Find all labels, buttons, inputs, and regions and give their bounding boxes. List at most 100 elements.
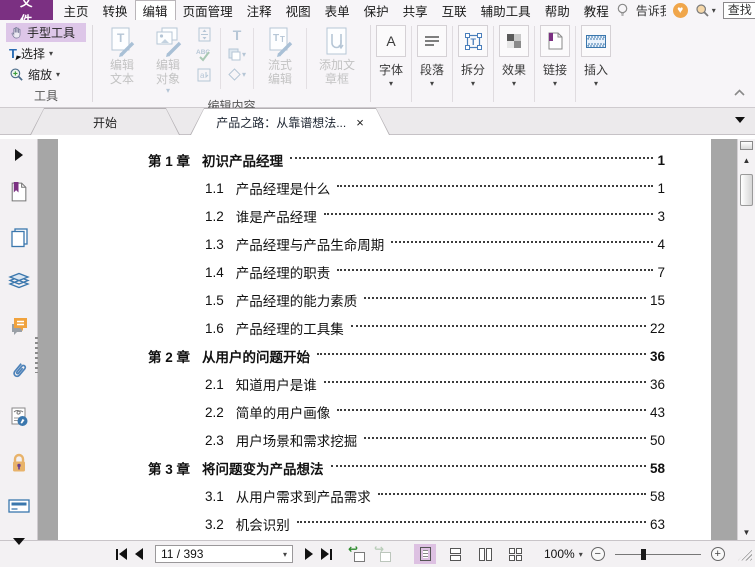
split-dropdown-button[interactable]: T 拆分 ▾ [453, 20, 493, 107]
form-fields-panel-icon[interactable] [7, 498, 31, 514]
scroll-up-icon[interactable]: ▲ [743, 157, 751, 165]
zoom-in-button[interactable]: + [710, 547, 725, 561]
menu-item[interactable]: 表单 [318, 0, 357, 20]
toc-entry-number: 1.1 [205, 180, 224, 196]
paragraph-dropdown-button[interactable]: 段落 ▾ [412, 20, 452, 107]
close-icon[interactable]: × [356, 116, 364, 129]
add-article-box-label: 添加文章框 [318, 58, 355, 86]
security-panel-icon[interactable] [7, 452, 31, 474]
effects-icon [499, 25, 529, 57]
toc-list: 第 1 章初识产品经理 1 1.1 产品经理是什么 1 1.2 谁是产品经理 3 1.3 产品经理… [58, 139, 711, 538]
quick-find-dropdown[interactable]: ▾ [695, 3, 716, 18]
chevron-down-icon: ▾ [282, 549, 287, 559]
toc-entry[interactable]: 1.6 产品经理的工具集 22 [58, 314, 711, 342]
page-number-input[interactable]: 11 / 393 ▾ [155, 545, 293, 563]
effects-dropdown-button[interactable]: 效果 ▾ [494, 20, 534, 107]
last-page-button[interactable] [321, 548, 332, 560]
ribbon-collapse-button[interactable] [734, 85, 745, 99]
single-page-view-button[interactable] [414, 544, 436, 564]
previous-view-button[interactable]: ↩ [348, 542, 366, 562]
link-label: 链接 [542, 63, 567, 77]
toc-entry-number: 第 3 章 [148, 462, 191, 477]
zoom-out-button[interactable]: − [590, 547, 605, 561]
toc-entry[interactable]: 1.5 产品经理的能力素质 15 [58, 286, 711, 314]
bookmarks-panel-icon[interactable] [7, 181, 31, 203]
continuous-facing-view-button[interactable] [504, 544, 526, 564]
attachments-panel-icon[interactable] [7, 360, 31, 382]
insert-dropdown-button[interactable]: 插入 ▾ [576, 20, 616, 107]
tab-start[interactable]: 开始 [30, 108, 180, 135]
toc-entry[interactable]: 2.2 简单的用户画像 43 [58, 398, 711, 426]
toc-entry[interactable]: 1.3 产品经理与产品生命周期 4 [58, 230, 711, 258]
layers-panel-icon[interactable] [7, 272, 31, 292]
select-icon: T [9, 46, 22, 62]
toc-entry[interactable]: 第 3 章将问题变为产品想法 58 [58, 454, 711, 482]
next-view-button: ↪ [374, 542, 392, 562]
favorites-heart-icon[interactable]: ♥ [672, 2, 688, 18]
scrollbar-thumb[interactable] [740, 174, 753, 206]
zoom-slider[interactable] [614, 548, 701, 561]
menu-item[interactable]: 注释 [240, 0, 279, 20]
menu-item[interactable]: 视图 [279, 0, 318, 20]
toc-entry-number: 2.1 [205, 376, 224, 392]
menu-item[interactable]: 保护 [357, 0, 396, 20]
toc-entry-number: 1.5 [205, 292, 224, 308]
first-page-button[interactable] [116, 548, 127, 560]
menu-item[interactable]: 页面管理 [176, 0, 240, 20]
toc-entry[interactable]: 1.2 谁是产品经理 3 [58, 202, 711, 230]
svg-text:T: T [273, 33, 279, 44]
toc-entry[interactable]: 3.2 机会识别 63 [58, 510, 711, 538]
toc-entry-number: 第 1 章 [148, 154, 191, 169]
document-view[interactable]: 第 1 章初识产品经理 1 1.1 产品经理是什么 1 1.2 谁是产品经理 3 1.3 产品经理… [38, 139, 737, 540]
facing-view-button[interactable] [474, 544, 496, 564]
page-thumbnails-panel-icon[interactable] [7, 227, 31, 248]
scroll-down-icon[interactable]: ▼ [743, 529, 751, 537]
search-input[interactable] [723, 3, 755, 17]
menu-item[interactable]: 辅助工具 [474, 0, 538, 20]
toc-entry[interactable]: 第 2 章从用户的问题开始 36 [58, 342, 711, 370]
file-menu-button[interactable]: 文件 [0, 0, 53, 28]
comments-panel-icon[interactable] [7, 316, 31, 336]
expand-panel-icon[interactable] [14, 149, 23, 161]
font-dropdown-button[interactable]: A 字体 ▾ [371, 20, 411, 107]
toc-entry-page: 58 [649, 460, 665, 476]
merge-split-text-button [198, 26, 211, 43]
menu-item[interactable]: 编辑 [134, 0, 176, 20]
continuous-view-button[interactable] [444, 544, 466, 564]
toc-entry[interactable]: 1.4 产品经理的职责 7 [58, 258, 711, 286]
tab-list-dropdown-icon[interactable] [735, 117, 745, 123]
toc-entry-title: 用户场景和需求挖掘 [235, 434, 358, 449]
foxit-pdf-editor-window: 文件 主页转换编辑页面管理注释视图表单保护共享互联辅助工具帮助教程 告诉我 ♥ … [0, 0, 755, 567]
vertical-scrollbar[interactable]: ▲ ▼ [737, 139, 755, 540]
toc-entry[interactable]: 2.1 知道用户是谁 36 [58, 370, 711, 398]
toc-entry-page: 50 [649, 432, 665, 448]
toc-entry[interactable]: 2.3 用户场景和需求挖掘 50 [58, 426, 711, 454]
digital-signatures-panel-icon[interactable] [7, 406, 31, 428]
menu-item[interactable]: 主页 [57, 0, 96, 20]
toc-entry-page: 36 [649, 348, 665, 364]
tell-me-label[interactable]: 告诉我 [636, 2, 666, 19]
zoom-slider-handle[interactable] [640, 548, 646, 560]
toc-entry-page: 22 [649, 320, 665, 336]
next-page-button[interactable] [305, 548, 313, 560]
zoom-tool-button[interactable]: 缩放 ▾ [6, 65, 86, 84]
menu-item[interactable]: 共享 [396, 0, 435, 20]
tab-document[interactable]: 产品之路：从靠谱想法... × [190, 108, 390, 135]
window-resize-grip[interactable] [738, 547, 752, 561]
menu-item[interactable]: 转换 [96, 0, 135, 20]
previous-page-button[interactable] [135, 548, 143, 560]
menu-item[interactable]: 教程 [577, 0, 616, 20]
toc-entry[interactable]: 第 1 章初识产品经理 1 [58, 146, 711, 174]
toc-entry[interactable]: 1.1 产品经理是什么 1 [58, 174, 711, 202]
select-tool-button[interactable]: T 选择 ▾ [6, 44, 86, 63]
menu-item[interactable]: 互联 [435, 0, 474, 20]
hand-tool-button[interactable]: 手型工具 [6, 23, 86, 42]
menu-item[interactable]: 帮助 [538, 0, 577, 20]
tell-me-lightbulb-icon[interactable] [616, 3, 629, 18]
split-view-handle[interactable] [740, 141, 753, 150]
zoom-level-dropdown[interactable]: 100% ▾ [544, 547, 583, 561]
link-dropdown-button[interactable]: 链接 ▾ [535, 20, 575, 107]
panel-more-icon[interactable] [12, 538, 25, 545]
toc-entry-number: 1.4 [205, 264, 224, 280]
toc-entry[interactable]: 3.1 从用户需求到产品需求 58 [58, 482, 711, 510]
